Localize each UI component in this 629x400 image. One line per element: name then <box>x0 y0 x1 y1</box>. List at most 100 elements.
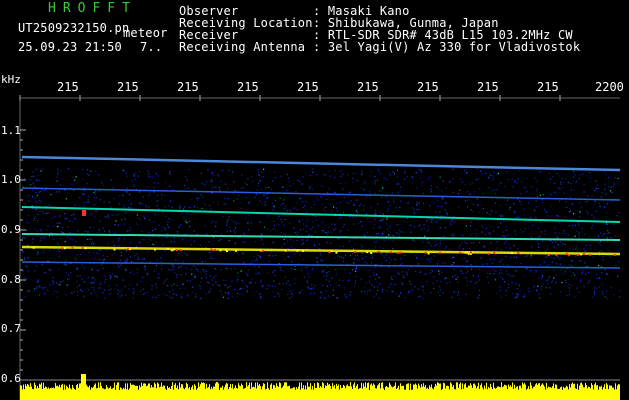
noise-speck <box>426 230 428 232</box>
noise-speck <box>379 253 382 255</box>
noise-speck <box>258 266 260 268</box>
noise-speck <box>26 257 28 259</box>
noise-speck <box>606 223 609 226</box>
noise-speck <box>23 257 25 259</box>
noise-speck <box>500 269 502 271</box>
noise-speck <box>441 197 443 199</box>
noise-speck <box>237 272 239 274</box>
noise-speck <box>573 170 575 173</box>
noise-speck <box>49 284 51 286</box>
noise-speck <box>288 180 290 182</box>
noise-speck <box>341 169 343 171</box>
noise-speck <box>478 211 480 213</box>
noise-speck <box>378 277 380 279</box>
noise-speck <box>83 252 85 254</box>
signal-hotspot <box>175 249 178 252</box>
noise-speck <box>90 213 92 216</box>
noise-speck <box>578 224 580 226</box>
noise-speck <box>438 270 440 272</box>
noise-speck <box>514 231 516 233</box>
noise-speck <box>367 290 369 292</box>
amplitude-column <box>98 382 99 400</box>
amplitude-column <box>481 383 482 400</box>
noise-speck <box>263 168 265 170</box>
amplitude-column <box>361 382 362 400</box>
y-tick-3: 0.9 <box>1 223 21 236</box>
noise-speck <box>335 228 337 230</box>
noise-speck <box>585 244 587 246</box>
noise-speck <box>537 179 539 182</box>
noise-speck <box>171 285 173 287</box>
noise-speck <box>507 264 509 266</box>
noise-speck <box>123 170 125 172</box>
amplitude-column <box>108 388 109 400</box>
noise-speck <box>260 188 262 190</box>
noise-speck <box>556 237 559 239</box>
amplitude-column <box>283 385 284 400</box>
noise-speck <box>188 169 190 171</box>
noise-speck <box>236 280 238 282</box>
noise-speck <box>374 210 377 212</box>
amplitude-column <box>389 382 390 400</box>
noise-speck <box>269 285 271 287</box>
amplitude-column <box>438 383 439 400</box>
noise-speck <box>170 264 172 266</box>
noise-speck <box>379 219 381 222</box>
amplitude-column <box>444 383 445 400</box>
noise-speck <box>183 184 185 187</box>
noise-speck <box>537 243 540 245</box>
noise-speck <box>535 289 538 291</box>
amplitude-column <box>121 388 122 400</box>
noise-speck <box>246 286 248 288</box>
noise-speck <box>601 291 603 293</box>
noise-speck <box>539 221 542 223</box>
noise-speck <box>569 211 571 213</box>
noise-speck <box>500 296 503 298</box>
noise-speck <box>261 171 263 173</box>
amplitude-column <box>275 387 276 400</box>
amplitude-column <box>285 382 286 400</box>
noise-speck <box>516 288 518 290</box>
noise-speck <box>197 270 199 272</box>
noise-speck <box>458 206 460 208</box>
noise-speck <box>513 203 515 205</box>
amplitude-column <box>194 384 195 400</box>
noise-speck <box>439 286 441 288</box>
signal-hotspot <box>510 252 513 255</box>
noise-speck <box>609 256 611 258</box>
noise-speck <box>110 276 112 278</box>
amplitude-column <box>44 388 45 400</box>
noise-speck <box>191 286 194 288</box>
noise-speck <box>573 189 575 191</box>
amplitude-column <box>479 388 480 400</box>
noise-speck <box>543 260 545 262</box>
noise-speck <box>148 173 150 175</box>
amplitude-column <box>554 388 555 400</box>
noise-speck <box>113 263 115 265</box>
signal-hotspot <box>377 250 380 253</box>
noise-speck <box>311 283 313 286</box>
noise-speck <box>554 241 557 243</box>
noise-speck <box>435 241 437 243</box>
x-tick-7: 215 <box>417 80 439 94</box>
noise-speck <box>193 230 195 232</box>
noise-speck <box>613 243 616 245</box>
noise-speck <box>528 290 530 292</box>
noise-speck <box>530 270 532 272</box>
noise-speck <box>449 249 451 251</box>
noise-speck <box>287 247 289 249</box>
noise-speck <box>499 290 502 292</box>
amplitude-column <box>220 387 221 400</box>
noise-speck <box>139 171 141 173</box>
noise-speck <box>530 256 532 258</box>
amplitude-column <box>171 386 172 400</box>
noise-speck <box>470 225 472 227</box>
amplitude-column <box>211 386 212 400</box>
amplitude-column <box>267 382 268 400</box>
amplitude-column <box>609 385 610 400</box>
amplitude-column <box>403 385 404 400</box>
noise-speck <box>420 295 422 297</box>
noise-speck <box>200 281 202 283</box>
noise-speck <box>491 263 493 265</box>
noise-speck <box>311 226 314 228</box>
